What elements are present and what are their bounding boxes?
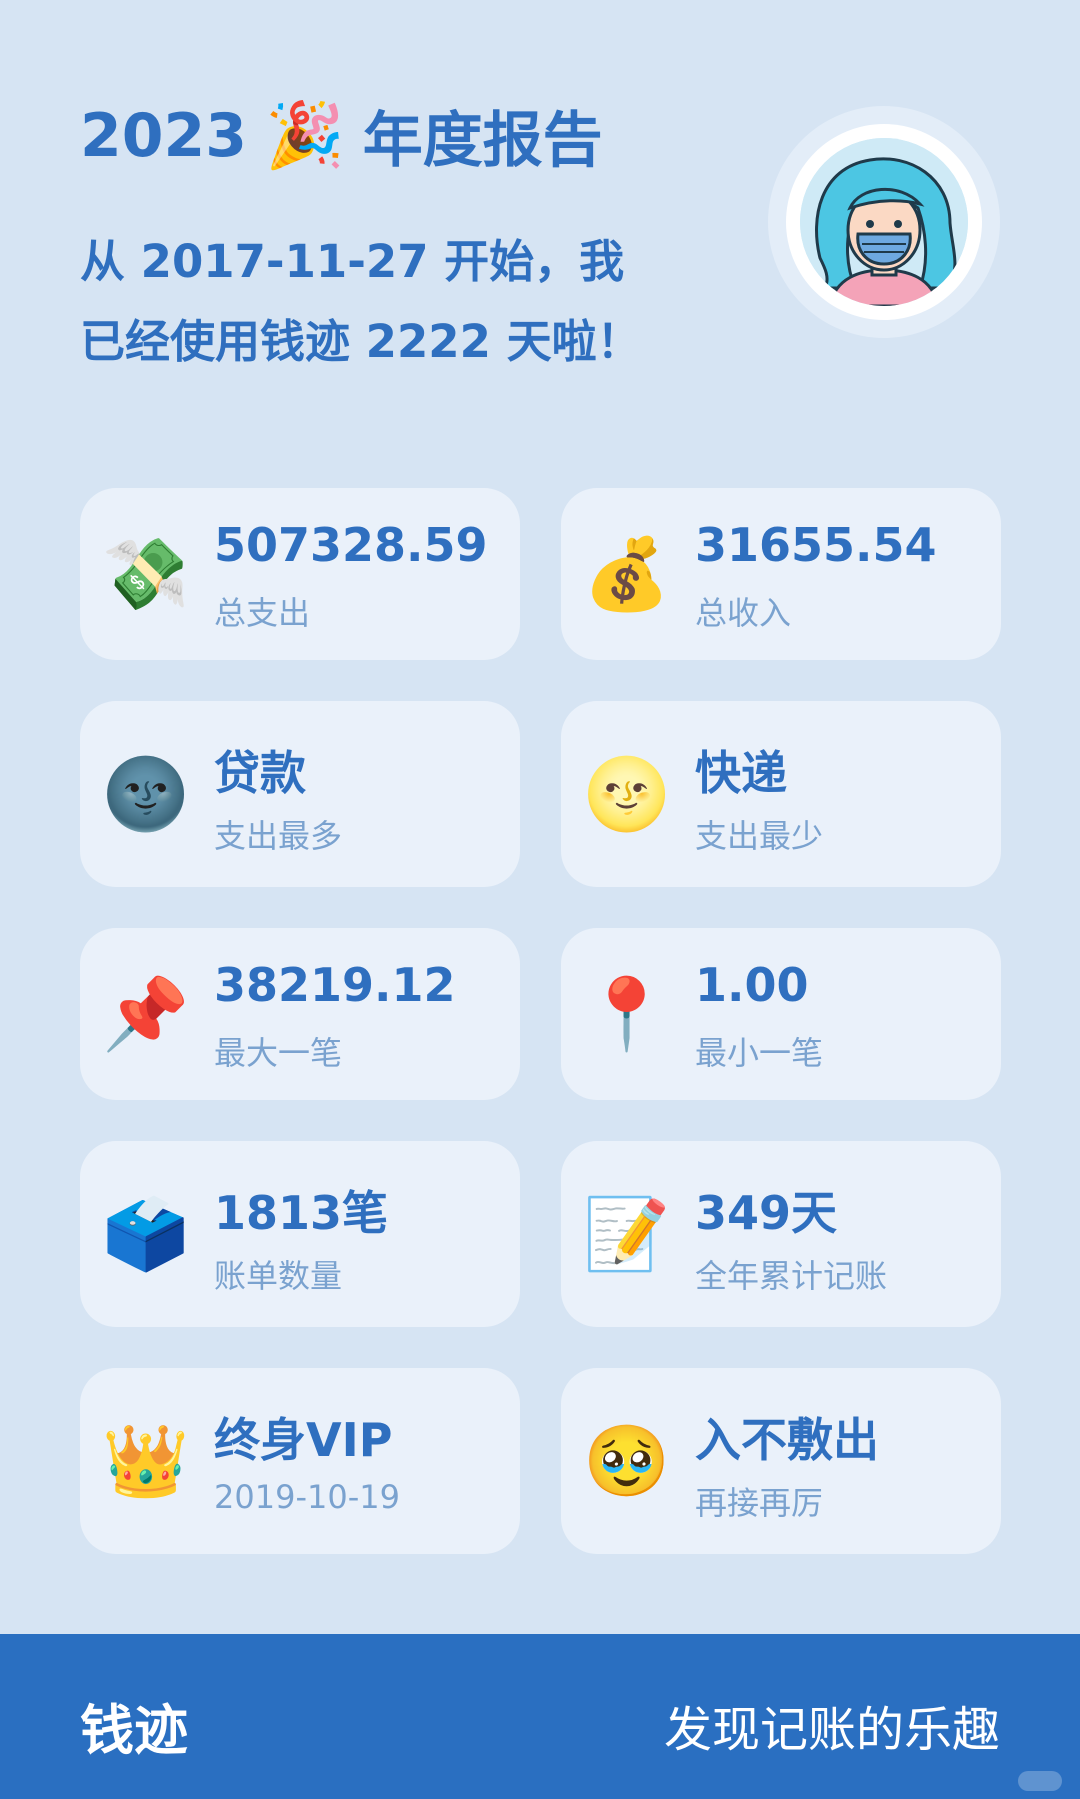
- report-title-text: 年度报告: [362, 106, 603, 176]
- pushpin-icon: 📌: [102, 973, 190, 1055]
- card-label: 支出最多: [214, 817, 343, 855]
- card-label: 全年累计记账: [695, 1257, 888, 1295]
- card-value: 贷款: [214, 746, 306, 800]
- card-total-income[interactable]: 💰 31655.54 总收入: [561, 488, 1001, 660]
- report-year: 2023: [80, 100, 247, 171]
- card-label: 总收入: [695, 594, 792, 632]
- card-largest-entry[interactable]: 📌 38219.12 最大一笔: [80, 928, 520, 1100]
- card-most-expense-category[interactable]: 🌚 贷款 支出最多: [80, 701, 520, 887]
- card-value: 1813笔: [214, 1186, 389, 1240]
- card-value: 31655.54: [695, 518, 937, 572]
- party-popper-icon: 🎉: [265, 98, 345, 173]
- card-label: 最大一笔: [214, 1034, 343, 1072]
- usage-summary-line1: 从 2017-11-27 开始，我: [80, 235, 625, 288]
- masked-girl-avatar-icon[interactable]: [800, 138, 968, 306]
- card-value: 终身VIP: [214, 1413, 393, 1467]
- report-title: 2023 🎉 年度报告: [80, 92, 603, 179]
- face-holding-back-tears-icon: 🥹: [583, 1420, 671, 1502]
- app-brand: 钱迹: [80, 1699, 188, 1762]
- card-label: 总支出: [214, 594, 311, 632]
- app-slogan: 发现记账的乐趣: [663, 1702, 1000, 1758]
- card-label: 账单数量: [214, 1257, 343, 1295]
- round-pushpin-icon: 📍: [583, 973, 671, 1055]
- card-value: 入不敷出: [695, 1413, 879, 1467]
- card-label: 再接再厉: [695, 1484, 824, 1522]
- card-total-expense[interactable]: 💸 507328.59 总支出: [80, 488, 520, 660]
- card-balance-status[interactable]: 🥹 入不敷出 再接再厉: [561, 1368, 1001, 1554]
- card-days-recorded[interactable]: 📝 349天 全年累计记账: [561, 1141, 1001, 1327]
- ballot-box-icon: 🗳️: [102, 1193, 190, 1275]
- watermark-badge: [1018, 1771, 1062, 1791]
- footer-bar: 钱迹 发现记账的乐趣: [0, 1634, 1080, 1799]
- card-value: 快递: [695, 746, 787, 800]
- card-vip-status[interactable]: 👑 终身VIP 2019-10-19: [80, 1368, 520, 1554]
- card-value: 507328.59: [214, 518, 488, 572]
- card-label: 最小一笔: [695, 1034, 824, 1072]
- card-value: 349天: [695, 1186, 838, 1240]
- money-with-wings-icon: 💸: [102, 533, 190, 615]
- money-bag-icon: 💰: [583, 533, 671, 615]
- crown-icon: 👑: [102, 1420, 190, 1502]
- usage-summary-line2: 已经使用钱迹 2222 天啦！: [80, 315, 642, 368]
- card-label: 支出最少: [695, 817, 824, 855]
- memo-icon: 📝: [583, 1193, 671, 1275]
- new-moon-face-icon: 🌚: [102, 753, 190, 835]
- card-value: 38219.12: [214, 958, 456, 1012]
- card-value: 1.00: [695, 958, 809, 1012]
- card-smallest-entry[interactable]: 📍 1.00 最小一笔: [561, 928, 1001, 1100]
- card-bill-count[interactable]: 🗳️ 1813笔 账单数量: [80, 1141, 520, 1327]
- card-least-expense-category[interactable]: 🌝 快递 支出最少: [561, 701, 1001, 887]
- full-moon-face-icon: 🌝: [583, 753, 671, 835]
- card-label: 2019-10-19: [214, 1478, 400, 1516]
- usage-summary: 从 2017-11-27 开始，我 已经使用钱迹 2222 天啦！: [80, 222, 720, 382]
- annual-report-page: 2023 🎉 年度报告 从 2017-11-27 开始，我 已经使用钱迹 222…: [0, 0, 1080, 1799]
